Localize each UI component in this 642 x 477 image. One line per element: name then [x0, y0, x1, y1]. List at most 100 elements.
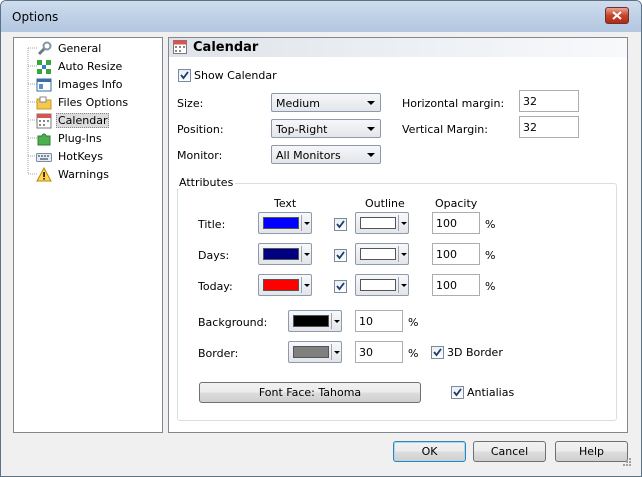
days-opacity-input[interactable]: 100 — [432, 243, 480, 265]
percent-label: % — [485, 249, 496, 262]
resize-arrows-icon — [36, 59, 52, 75]
days-outline-checkbox[interactable] — [334, 249, 347, 262]
antialias-checkbox[interactable] — [451, 386, 464, 399]
separator — [331, 344, 332, 360]
color-swatch — [263, 217, 299, 229]
border-opacity-value: 30 — [359, 346, 373, 359]
border-color-picker[interactable] — [288, 341, 342, 363]
3d-border-label: 3D Border — [447, 346, 503, 359]
tree-item-label: HotKeys — [58, 150, 103, 163]
days-outline-color-picker[interactable] — [355, 243, 409, 265]
chevron-down-icon — [304, 284, 310, 287]
title-opacity-value: 100 — [436, 217, 457, 230]
tree-item-label: General — [58, 42, 102, 55]
tree-item-general[interactable]: General — [36, 40, 103, 57]
days-text-color-picker[interactable] — [258, 243, 312, 265]
options-window: Options General Auto Resize Images Info … — [0, 0, 642, 477]
percent-label: % — [485, 218, 496, 231]
folder-icon — [36, 95, 52, 111]
chevron-down-icon — [367, 127, 375, 131]
size-label: Size: — [177, 97, 204, 110]
monitor-label: Monitor: — [177, 149, 223, 162]
tree-item-label: Warnings — [58, 168, 109, 181]
tree-item-label: Files Options — [58, 96, 129, 109]
wrench-icon — [36, 41, 52, 57]
vertical-margin-value: 32 — [523, 121, 537, 134]
chevron-down-icon — [304, 253, 310, 256]
vertical-margin-label: Vertical Margin: — [402, 123, 488, 136]
today-outline-checkbox[interactable] — [334, 280, 347, 293]
warning-icon — [36, 166, 52, 183]
size-dropdown[interactable]: Medium — [271, 93, 381, 112]
size-value: Medium — [276, 97, 320, 110]
title-outline-checkbox[interactable] — [334, 218, 347, 231]
separator — [301, 215, 302, 231]
show-calendar-checkbox[interactable] — [178, 69, 191, 82]
help-button[interactable]: Help — [555, 441, 628, 462]
calendar-icon — [36, 113, 52, 129]
title-bar[interactable]: Options — [1, 1, 641, 32]
chevron-down-icon — [367, 153, 375, 157]
tree-item-images-info[interactable]: Images Info — [36, 76, 125, 93]
keyboard-icon — [36, 149, 52, 165]
close-icon — [612, 11, 622, 20]
tree-item-label: Images Info — [58, 78, 123, 91]
color-swatch — [360, 248, 396, 260]
outline-column-header: Outline — [365, 197, 405, 210]
tree-item-warnings[interactable]: Warnings — [36, 166, 111, 183]
window-title: Options — [12, 10, 59, 24]
title-opacity-input[interactable]: 100 — [432, 212, 480, 234]
border-label: Border: — [198, 347, 239, 360]
tree-item-calendar[interactable]: Calendar — [36, 112, 110, 129]
cancel-button[interactable]: Cancel — [473, 441, 546, 462]
chevron-down-icon — [401, 284, 407, 287]
options-tree[interactable]: General Auto Resize Images Info Files Op… — [13, 37, 163, 433]
checkmark-icon — [433, 348, 442, 357]
ok-button[interactable]: OK — [393, 441, 466, 462]
separator — [331, 313, 332, 329]
checkmark-icon — [336, 220, 345, 229]
color-swatch — [293, 346, 329, 358]
opacity-column-header: Opacity — [435, 197, 478, 210]
tree-item-label: Plug-Ins — [58, 132, 102, 145]
font-face-button[interactable]: Font Face: Tahoma — [199, 382, 421, 403]
chevron-down-icon — [401, 253, 407, 256]
monitor-value: All Monitors — [276, 149, 341, 162]
today-text-color-picker[interactable] — [258, 274, 312, 296]
color-swatch — [360, 279, 396, 291]
border-opacity-input[interactable]: 30 — [355, 341, 403, 363]
monitor-dropdown[interactable]: All Monitors — [271, 145, 381, 164]
checkmark-icon — [453, 388, 462, 397]
today-opacity-value: 100 — [436, 279, 457, 292]
3d-border-checkbox[interactable] — [431, 346, 444, 359]
close-button[interactable] — [605, 7, 629, 24]
horizontal-margin-input[interactable]: 32 — [519, 90, 579, 112]
chevron-down-icon — [334, 320, 340, 323]
dialog-body: General Auto Resize Images Info Files Op… — [8, 32, 634, 469]
horizontal-margin-value: 32 — [523, 95, 537, 108]
tree-item-files-options[interactable]: Files Options — [36, 94, 130, 111]
background-color-picker[interactable] — [288, 310, 342, 332]
days-opacity-value: 100 — [436, 248, 457, 261]
title-outline-color-picker[interactable] — [355, 212, 409, 234]
vertical-margin-input[interactable]: 32 — [519, 116, 579, 138]
today-row-label: Today: — [198, 280, 233, 293]
position-dropdown[interactable]: Top-Right — [271, 119, 381, 138]
resize-grip-icon[interactable] — [620, 457, 632, 469]
today-outline-color-picker[interactable] — [355, 274, 409, 296]
today-opacity-input[interactable]: 100 — [432, 274, 480, 296]
info-window-icon — [36, 77, 52, 93]
chevron-down-icon — [401, 222, 407, 225]
calendar-options-panel: Calendar Show Calendar Size: Medium Posi… — [168, 37, 628, 433]
tree-item-auto-resize[interactable]: Auto Resize — [36, 58, 124, 75]
title-text-color-picker[interactable] — [258, 212, 312, 234]
horizontal-margin-label: Horizontal margin: — [402, 97, 505, 110]
background-opacity-input[interactable]: 10 — [355, 310, 403, 332]
position-value: Top-Right — [276, 123, 328, 136]
antialias-label: Antialias — [467, 386, 515, 399]
color-swatch — [293, 315, 329, 327]
text-column-header: Text — [274, 197, 297, 210]
tree-item-hotkeys[interactable]: HotKeys — [36, 148, 105, 165]
color-swatch — [360, 217, 396, 229]
tree-item-plug-ins[interactable]: Plug-Ins — [36, 130, 104, 147]
